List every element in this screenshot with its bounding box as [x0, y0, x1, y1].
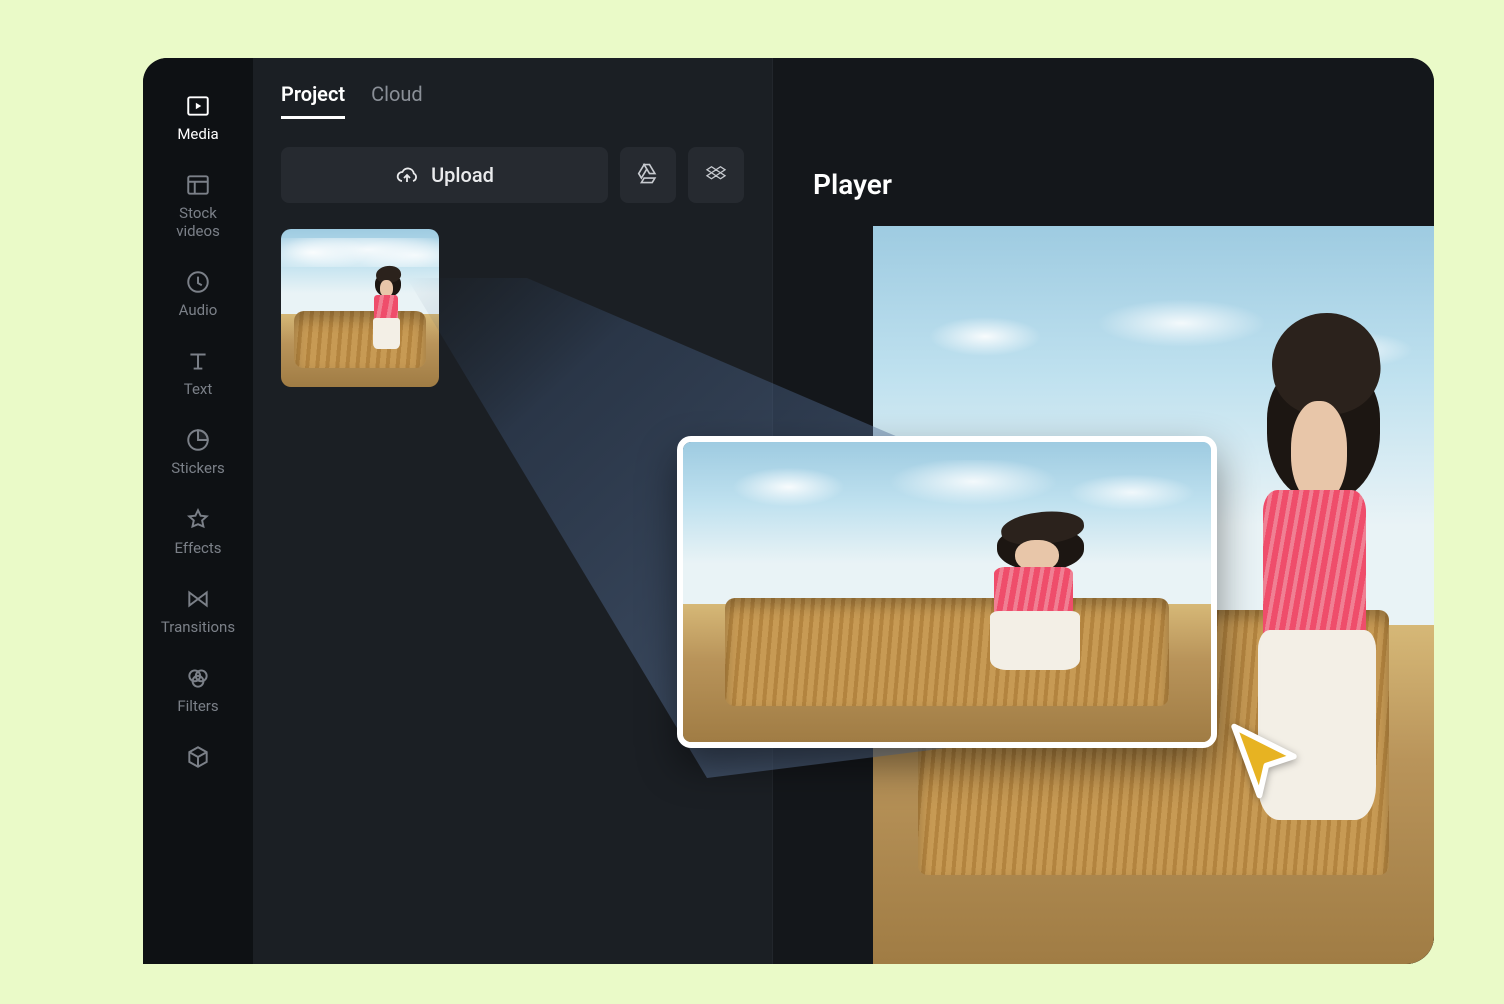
editor-window: Media Stock videos Audio Text	[143, 58, 1434, 964]
tab-cloud[interactable]: Cloud	[371, 82, 423, 119]
rail-label: Audio	[179, 302, 218, 319]
transitions-icon	[184, 585, 212, 613]
rail-item-transitions[interactable]: Transitions	[143, 585, 253, 636]
audio-icon	[184, 268, 212, 296]
dropbox-button[interactable]	[688, 147, 744, 203]
drag-preview-image	[683, 442, 1211, 742]
media-item-1[interactable]	[281, 229, 439, 387]
rail-item-elements[interactable]	[143, 743, 253, 777]
player-title: Player	[813, 168, 892, 201]
rail-item-filters[interactable]: Filters	[143, 664, 253, 715]
media-thumbnails	[281, 229, 744, 387]
app-stage: Media Stock videos Audio Text	[70, 40, 1434, 964]
filters-icon	[184, 664, 212, 692]
panel-actions: Upload	[281, 147, 744, 203]
rail-label: Transitions	[161, 619, 235, 636]
stickers-icon	[184, 426, 212, 454]
drag-preview[interactable]	[677, 436, 1217, 748]
rail-label: Media	[177, 126, 218, 143]
media-thumbnail-image	[281, 229, 439, 387]
google-drive-icon	[636, 163, 660, 187]
rail-label: Text	[184, 381, 213, 398]
panel-tabs: Project Cloud	[281, 82, 744, 119]
rail-label: Stickers	[171, 460, 225, 477]
rail-label: Stock videos	[176, 205, 220, 240]
media-icon	[184, 92, 212, 120]
rail-item-effects[interactable]: Effects	[143, 506, 253, 557]
cube-icon	[184, 743, 212, 771]
cloud-upload-icon	[395, 163, 419, 187]
rail-label: Filters	[177, 698, 218, 715]
rail-item-text[interactable]: Text	[143, 347, 253, 398]
tab-project[interactable]: Project	[281, 82, 345, 119]
rail-item-stickers[interactable]: Stickers	[143, 426, 253, 477]
left-rail: Media Stock videos Audio Text	[143, 58, 253, 964]
layout-icon	[184, 171, 212, 199]
rail-item-audio[interactable]: Audio	[143, 268, 253, 319]
dropbox-icon	[704, 163, 728, 187]
rail-item-stock-videos[interactable]: Stock videos	[143, 171, 253, 240]
google-drive-button[interactable]	[620, 147, 676, 203]
upload-label: Upload	[431, 163, 494, 187]
effects-icon	[184, 506, 212, 534]
rail-item-media[interactable]: Media	[143, 92, 253, 143]
text-icon	[184, 347, 212, 375]
rail-label: Effects	[174, 540, 221, 557]
upload-button[interactable]: Upload	[281, 147, 608, 203]
